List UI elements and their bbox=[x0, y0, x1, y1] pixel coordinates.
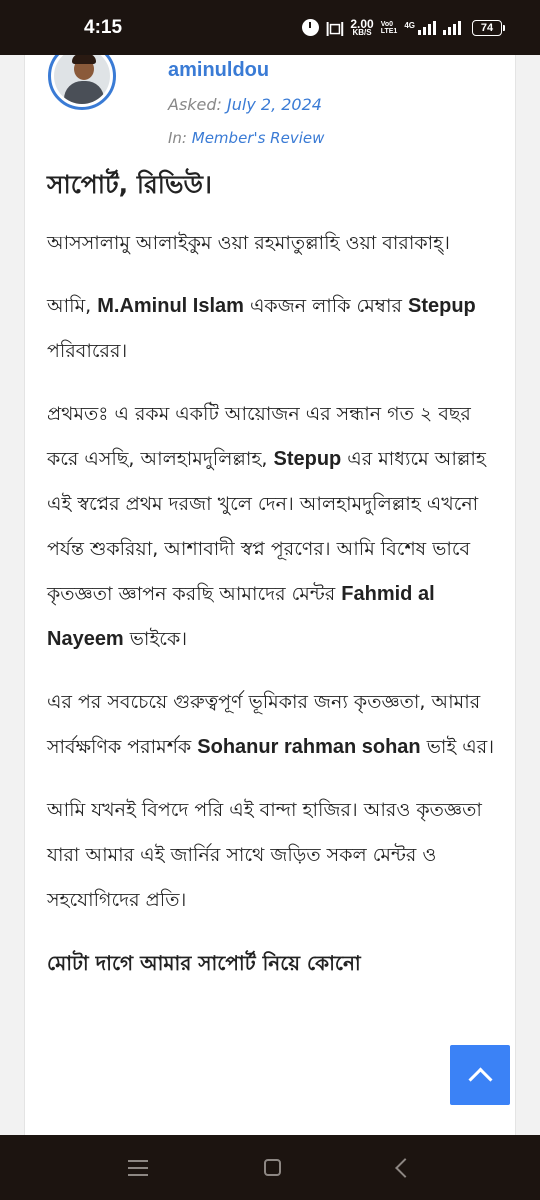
text: আমি, bbox=[47, 295, 98, 317]
paragraph-greeting: আসসালামু আলাইকুম ওয়া রহমাতুল্লাহি ওয়া … bbox=[47, 232, 450, 254]
home-icon[interactable] bbox=[264, 1159, 282, 1176]
status-bar: 4:15 |◻| 2.00 KB/S Vo0 LTE1 4G 74 bbox=[0, 0, 540, 55]
menu-icon[interactable] bbox=[128, 1159, 149, 1176]
vibrate-icon: |◻| bbox=[325, 19, 345, 37]
paragraph-intro: আমি, M.Aminul Islam একজন লাকি মেম্বার St… bbox=[47, 284, 497, 374]
author-link[interactable]: aminuldou bbox=[168, 59, 269, 82]
paragraph-gratitude: এর পর সবচেয়ে গুরুত্বপূর্ণ ভূমিকার জন্য … bbox=[47, 680, 497, 770]
advisor-name: Sohanur rahman sohan bbox=[197, 736, 421, 758]
avatar-photo bbox=[54, 55, 110, 104]
text: ভাইকে। bbox=[123, 628, 188, 650]
volte-bottom: LTE1 bbox=[380, 27, 398, 35]
battery-icon: 74 bbox=[472, 19, 505, 36]
asked-date: Asked: July 2, 2024 bbox=[168, 95, 322, 114]
member-name: M.Aminul Islam bbox=[97, 295, 244, 317]
text: এর মাধ্যমে আল্লাহ এই স্বপ্নের প্রথম দরজা… bbox=[47, 448, 486, 605]
text: পরিবারের। bbox=[47, 340, 128, 362]
paragraph-support: মোটা দাগে আমার সাপোর্ট নিয়ে কোনো bbox=[47, 951, 361, 975]
question-card: aminuldou Asked: July 2, 2024 In: Member… bbox=[24, 55, 516, 1135]
avatar[interactable] bbox=[48, 55, 116, 110]
text: একজন লাকি মেম্বার bbox=[243, 295, 408, 317]
volte-indicator: Vo0 LTE1 bbox=[381, 21, 398, 35]
brand-name: Stepup bbox=[408, 295, 476, 317]
post-body: সাপোর্ট, রিভিউ। আসসালামু আলাইকুম ওয়া রহ… bbox=[47, 163, 497, 985]
network-type: 4G bbox=[404, 20, 415, 30]
signal-strength-2-icon bbox=[443, 20, 461, 35]
page-content[interactable]: aminuldou Asked: July 2, 2024 In: Member… bbox=[0, 55, 540, 1135]
asked-label: Asked: bbox=[168, 95, 222, 114]
system-navigation-bar bbox=[0, 1135, 540, 1200]
category-link[interactable]: Member's Review bbox=[192, 129, 325, 147]
network-speed-unit: KB/S bbox=[352, 28, 372, 38]
asked-date-link[interactable]: July 2, 2024 bbox=[227, 95, 322, 114]
paragraph-journey: প্রথমতঃ এ রকম একটি আয়োজন এর সন্ধান গত ২… bbox=[47, 392, 497, 662]
in-label: In: bbox=[168, 129, 187, 147]
brand-name: Stepup bbox=[273, 448, 342, 470]
volte-top: Vo0 bbox=[380, 20, 394, 28]
chevron-up-icon bbox=[467, 1066, 493, 1092]
paragraph-mentors: আমি যখনই বিপদে পরি এই বান্দা হাজির। আরও … bbox=[47, 799, 482, 911]
signal-strength-icon bbox=[418, 20, 436, 35]
back-icon[interactable] bbox=[394, 1157, 415, 1178]
status-icons: |◻| 2.00 KB/S Vo0 LTE1 4G 74 bbox=[301, 18, 505, 38]
text: ভাই এর। bbox=[420, 736, 494, 758]
battery-level: 74 bbox=[480, 21, 494, 34]
category: In: Member's Review bbox=[168, 129, 324, 147]
alarm-icon bbox=[301, 19, 319, 36]
post-title: সাপোর্ট, রিভিউ। bbox=[47, 170, 212, 199]
status-time: 4:15 bbox=[84, 16, 123, 38]
network-speed: 2.00 KB/S bbox=[350, 18, 373, 38]
back-to-top-button[interactable] bbox=[450, 1045, 510, 1105]
